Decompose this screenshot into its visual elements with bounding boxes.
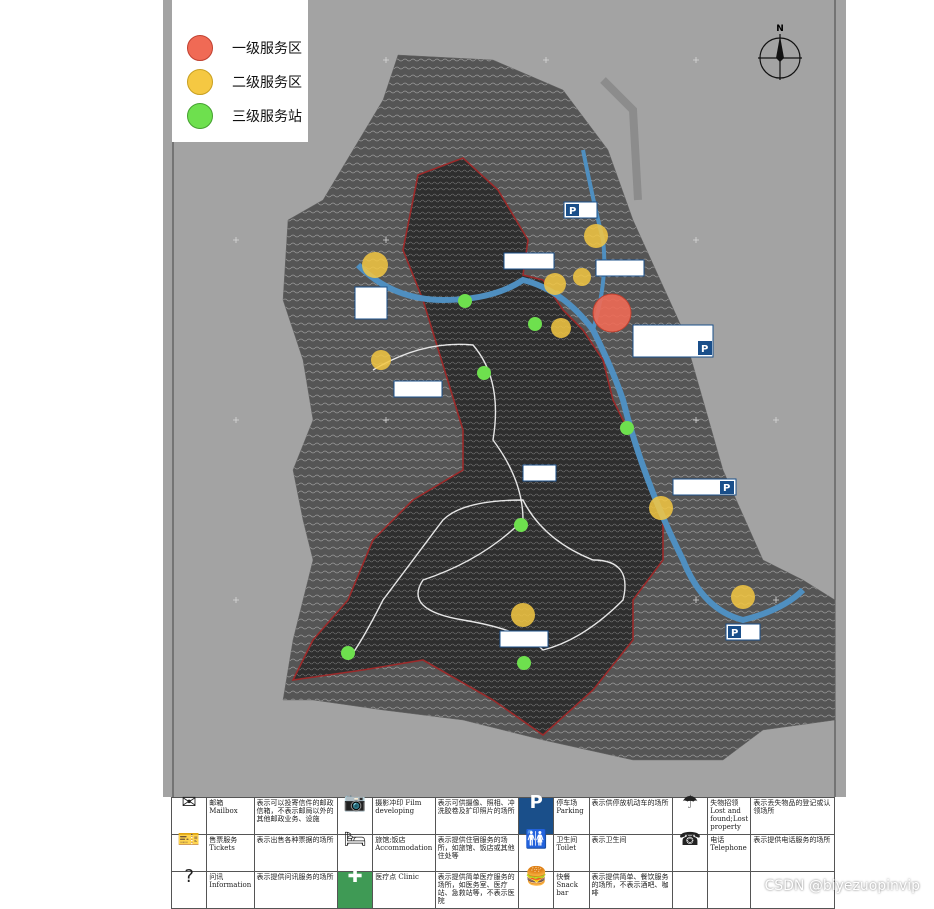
key-symbol-name: 问讯 Information	[206, 871, 255, 909]
information-icon: ?	[170, 868, 208, 909]
level3-service-station	[514, 518, 528, 532]
svg-text:P: P	[731, 628, 738, 639]
key-symbol-description: 表示供停放机动车的场所	[588, 797, 674, 835]
legend-dot-red	[187, 35, 213, 61]
level2-service-zone	[371, 350, 391, 370]
blank-icon	[672, 871, 709, 909]
level2-service-zone	[584, 224, 608, 248]
key-symbol-name: 失物招领 Lost and found;Lost property	[707, 797, 752, 835]
level3-service-station	[517, 656, 531, 670]
key-row: 🎫 售票服务 Tickets 表示出售各种票据的场所 🛏 旅馆;饭店 Accommoda…	[170, 831, 835, 872]
key-symbol-description: 表示提供简单、餐饮服务的场所，不表示酒吧、咖啡	[588, 871, 674, 909]
legend-dot-yellow	[187, 69, 213, 95]
legend-label: 三级服务站	[232, 109, 302, 125]
level2-service-zone	[544, 273, 566, 295]
key-symbol-description: 表示提供电话服务的场所	[750, 834, 835, 872]
level2-service-zone	[649, 496, 673, 520]
legend-item-level3: 三级服务站	[187, 102, 302, 130]
svg-text:P: P	[701, 344, 708, 355]
level2-service-zone	[362, 252, 388, 278]
key-symbol-description: 表示丢失物品的登记或认领场所	[750, 797, 835, 835]
level2-service-zone	[551, 318, 571, 338]
north-arrow: N	[757, 22, 803, 80]
legend-label: 二级服务区	[232, 75, 302, 91]
key-symbol-name	[707, 871, 752, 909]
key-symbol-name: 卫生间 Toilet	[553, 834, 590, 872]
key-row: ? 问讯 Information 表示提供问讯服务的场所 ✚ 医疗点 Clinic 表示提…	[170, 868, 835, 909]
key-symbol-name: 邮箱 Mailbox	[206, 797, 255, 835]
key-symbol-description: 表示提供简单医疗服务的场所，如医务室、医疗站、急救站等，不表示医院	[434, 871, 520, 909]
key-symbol-description: 表示提供住宿服务的场所，如旅馆、饭店或其他住处等	[434, 834, 520, 872]
key-symbol-name: 摄影冲印 Film developing	[372, 797, 436, 835]
svg-text:P: P	[723, 483, 730, 494]
key-symbol-description: 表示可以投寄信件的邮政信箱，不表示邮局以外的其他邮政业务、设施	[253, 797, 338, 835]
key-symbol-description: 表示可供摄像、照相、冲洗胶卷及扩印照片的场所	[434, 797, 520, 835]
key-symbol-description: 表示卫生间	[588, 834, 674, 872]
legend-dot-green	[187, 103, 213, 129]
key-symbol-name: 电话 Telephone	[707, 834, 752, 872]
level2-service-zone	[511, 603, 535, 627]
key-row: ✉ 邮箱 Mailbox 表示可以投寄信件的邮政信箱，不表示邮局以外的其他邮政业务、…	[170, 794, 835, 835]
key-symbol-name: 旅馆;饭店 Accommodation	[372, 834, 436, 872]
symbol-key-table: ✉ 邮箱 Mailbox 表示可以投寄信件的邮政信箱，不表示邮局以外的其他邮政业务、…	[170, 794, 835, 909]
key-symbol-name: 售票服务 Tickets	[206, 834, 255, 872]
level3-service-station	[458, 294, 472, 308]
clinic-icon: ✚	[336, 868, 374, 909]
level3-service-station	[528, 317, 542, 331]
key-symbol-description: 表示提供问讯服务的场所	[253, 871, 338, 909]
legend-label: 一级服务区	[232, 41, 302, 57]
legend-item-level1: 一级服务区	[187, 34, 302, 62]
key-symbol-name: 医疗点 Clinic	[372, 871, 436, 909]
key-symbol-description: 表示出售各种票据的场所	[253, 834, 338, 872]
level2-service-zone	[573, 268, 591, 286]
key-symbol-name: 快餐 Snack bar	[553, 871, 590, 909]
level2-service-zone	[731, 585, 755, 609]
map-legend: 一级服务区 二级服务区 三级服务站	[172, 0, 308, 142]
level3-service-station	[341, 646, 355, 660]
level3-service-station	[620, 421, 634, 435]
north-label: N	[776, 24, 784, 34]
telephone-icon: ☎	[672, 831, 709, 872]
level3-service-station	[477, 366, 491, 380]
watermark: CSDN @biyezuopinvip	[764, 878, 920, 894]
snack-bar-icon: 🍔	[518, 868, 555, 909]
level1-service-zone	[592, 293, 632, 333]
svg-text:P: P	[569, 206, 576, 217]
key-symbol-name: 停车场 Parking	[553, 797, 590, 835]
legend-item-level2: 二级服务区	[187, 68, 302, 96]
